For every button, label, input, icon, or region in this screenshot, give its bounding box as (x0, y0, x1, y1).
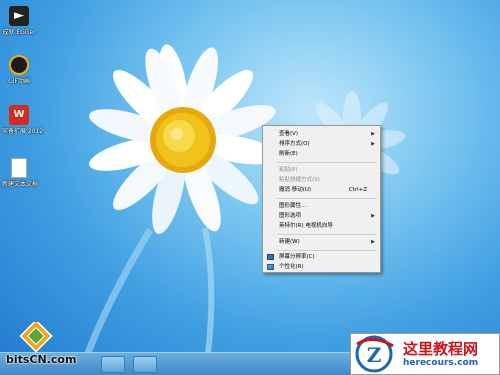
menu-separator (277, 250, 377, 251)
menu-item-screen-resolution[interactable]: 屏幕分辨率(C) (264, 252, 379, 262)
watermark-herecours: Z 这里教程网 herecours.com (350, 333, 500, 375)
submenu-arrow-icon: ▶ (371, 239, 375, 245)
menu-item-shortcut: Ctrl+Z (348, 187, 367, 193)
taskbar-button-explorer[interactable] (101, 356, 125, 373)
menu-item-paste[interactable]: 粘贴(P) (264, 165, 379, 175)
personalize-icon (267, 264, 274, 270)
menu-item-graphics-properties[interactable]: 图形属性... (264, 201, 379, 211)
desktop-icon-1[interactable]: ► 成就 EGGer (2, 6, 36, 36)
desktop-icon-label: GIF动画 (8, 78, 30, 85)
menu-item-personalize[interactable]: 个性化(R) (264, 262, 379, 272)
submenu-arrow-icon: ▶ (371, 213, 375, 219)
watermark-herecours-url: herecours.com (403, 358, 479, 368)
menu-item-label: 图形属性... (279, 203, 307, 209)
menu-separator (277, 198, 377, 199)
menu-item-label: 图形选项 (279, 213, 302, 219)
display-icon (267, 254, 274, 260)
wps-icon: W (9, 105, 29, 125)
menu-item-label: 排序方式(O) (279, 141, 310, 147)
menu-item-label: 粘贴快捷方式(S) (279, 177, 320, 183)
menu-item-paste-shortcut[interactable]: 粘贴快捷方式(S) (264, 175, 379, 185)
menu-item-new[interactable]: 新建(W) ▶ (264, 237, 379, 247)
herecours-logo-icon: Z (355, 335, 394, 373)
menu-item-label: 英特尔(R) 电视机向导 (279, 223, 333, 229)
watermark-herecours-title: 这里教程网 (403, 340, 479, 358)
menu-item-view[interactable]: 查看(V) ▶ (264, 129, 379, 139)
desktop-icon-label: 成就 EGGer (2, 29, 36, 36)
menu-separator (277, 234, 377, 235)
desktop-wallpaper: ► 成就 EGGer GIF动画 W 实备扩展 2012 新建文本文档 查看(V… (0, 0, 500, 375)
menu-item-intel-tv-wizard[interactable]: 英特尔(R) 电视机向导 (264, 221, 379, 231)
taskbar-button-app[interactable] (133, 356, 157, 373)
menu-item-undo-move[interactable]: 撤消 移动(U) Ctrl+Z (264, 185, 379, 195)
submenu-arrow-icon: ▶ (371, 131, 375, 137)
desktop-icon-label: 新建文本文档 (2, 181, 39, 188)
context-menu: 查看(V) ▶ 排序方式(O) ▶ 刷新(E) 粘贴(P) 粘贴快捷方式(S) 撤消… (262, 125, 381, 273)
svg-text:Z: Z (367, 343, 382, 367)
desktop-icon-3[interactable]: W 实备扩展 2012 (2, 105, 44, 135)
app-icon: ► (9, 6, 29, 26)
text-document-icon (11, 158, 27, 178)
menu-item-label: 查看(V) (279, 131, 299, 137)
submenu-arrow-icon: ▶ (371, 141, 375, 147)
menu-item-refresh[interactable]: 刷新(E) (264, 149, 379, 159)
menu-item-graphics-options[interactable]: 图形选项 ▶ (264, 211, 379, 221)
watermark-bitscn: bitsCN.com (6, 322, 86, 372)
wallpaper-daisy-background (76, 44, 406, 375)
menu-item-label: 新建(W) (279, 239, 300, 245)
desktop-icon-2[interactable]: GIF动画 (2, 55, 36, 85)
desktop-icon-label: 实备扩展 2012 (2, 128, 44, 135)
menu-item-label: 撤消 移动(U) (279, 187, 312, 193)
camera-icon (9, 55, 29, 75)
menu-item-label: 个性化(R) (279, 264, 304, 270)
desktop-icon-4[interactable]: 新建文本文档 (2, 158, 39, 188)
watermark-bitscn-text: bitsCN.com (6, 353, 77, 366)
menu-item-label: 刷新(E) (279, 151, 298, 157)
menu-item-label: 屏幕分辨率(C) (279, 254, 315, 260)
menu-separator (277, 162, 377, 163)
menu-item-sort-by[interactable]: 排序方式(O) ▶ (264, 139, 379, 149)
menu-item-label: 粘贴(P) (279, 167, 298, 173)
